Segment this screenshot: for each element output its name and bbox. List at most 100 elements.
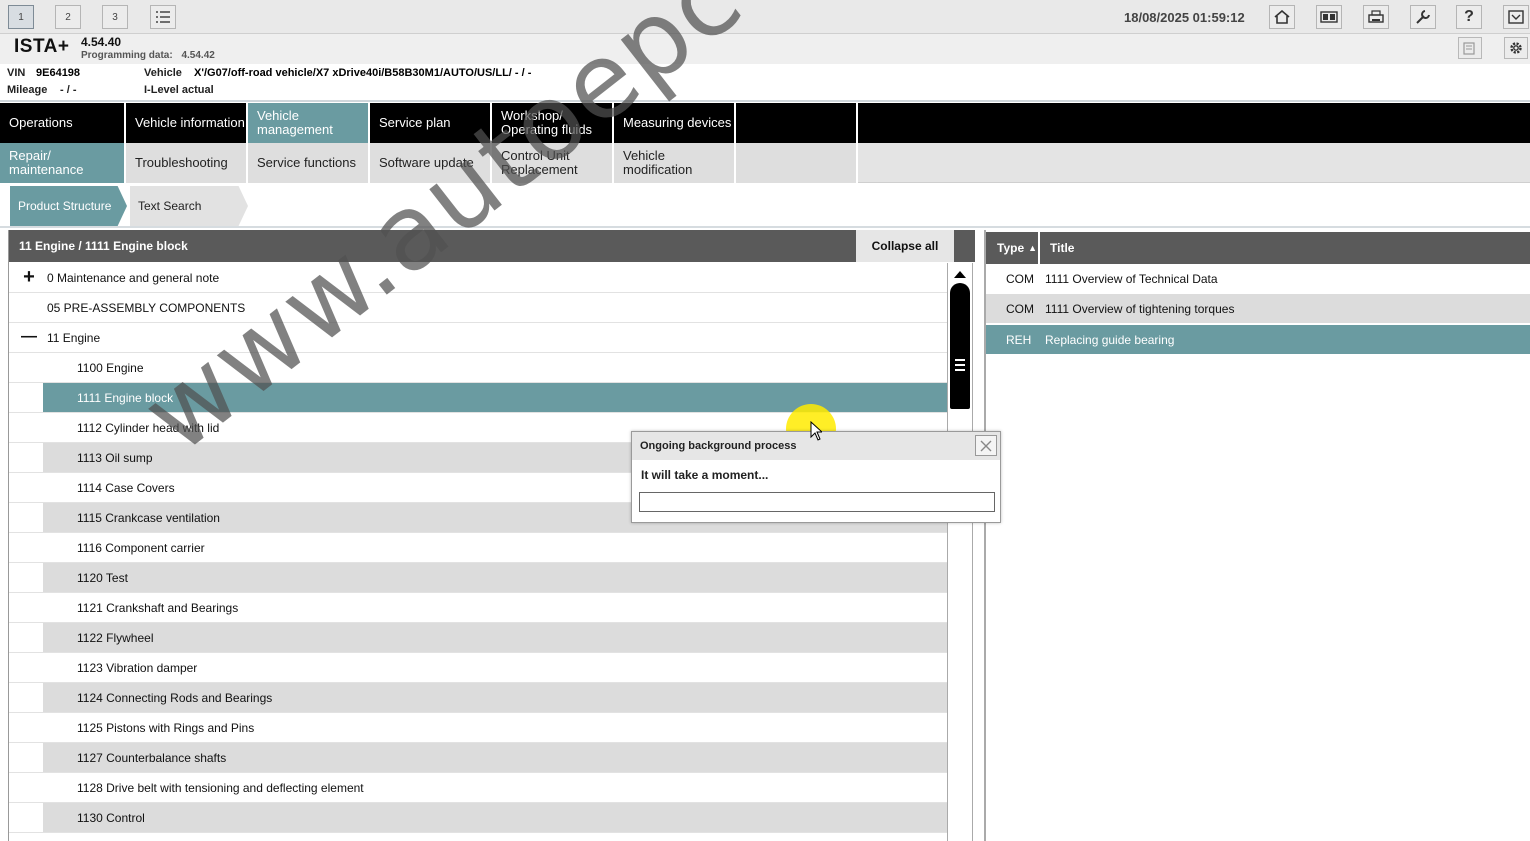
tab-service-functions[interactable]: Service functions (248, 143, 370, 183)
app-version: 4.54.40 (81, 35, 122, 49)
session-tab-2[interactable]: 2 (55, 5, 81, 29)
collapse-minus-icon[interactable]: — (21, 328, 37, 346)
tab-repair-maintenance[interactable]: Repair/ maintenance (0, 143, 126, 183)
list-icon[interactable] (150, 5, 176, 29)
session-tab-1[interactable]: 1 (8, 5, 34, 29)
tree-item-1127[interactable]: 1127 Counterbalance shafts (9, 743, 947, 773)
tree-item-label: 1114 Case Covers (77, 481, 175, 495)
tab-product-structure[interactable]: Product Structure (10, 186, 127, 226)
tree-item-1100[interactable]: 1100 Engine (9, 353, 947, 383)
settings-gear-icon[interactable] (1504, 37, 1528, 59)
mileage-value: - / - (60, 84, 77, 96)
document-type: REH (1006, 333, 1032, 347)
window-menu-icon[interactable] (1503, 5, 1529, 29)
app-brand: ISTA+ (14, 36, 70, 57)
vehicle-selection-icon[interactable] (1316, 5, 1342, 29)
tree-item-1122[interactable]: 1122 Flywheel (9, 623, 947, 653)
vehicle-info-bar: VIN 9E64198 Vehicle X'/G07/off-road vehi… (0, 64, 1530, 102)
column-type-label: Type (997, 241, 1025, 255)
tree-item-05-pre-assembly[interactable]: 05 PRE-ASSEMBLY COMPONENTS (9, 293, 947, 323)
tree-scrollbar[interactable] (947, 263, 973, 841)
column-title-header[interactable]: Title (1050, 241, 1074, 255)
home-icon[interactable] (1269, 5, 1295, 29)
datetime-display: 18/08/2025 01:59:12 (1124, 10, 1245, 25)
document-title: 1111 Overview of tightening torques (1045, 302, 1235, 316)
tab-operations[interactable]: Operations (0, 103, 126, 143)
programming-data-value: 4.54.42 (181, 50, 215, 61)
grip-icon (955, 359, 965, 371)
tree-item-label: 05 PRE-ASSEMBLY COMPONENTS (47, 301, 246, 315)
tab-measuring-devices[interactable]: Measuring devices (614, 103, 736, 143)
tab-workshop-operating-fluids[interactable]: Workshop/ Operating fluids (492, 103, 614, 143)
tab-empty (736, 103, 858, 143)
document-row-selected[interactable]: REH Replacing guide bearing (986, 325, 1530, 354)
help-icon[interactable]: ? (1456, 5, 1482, 29)
tree-item-label: 1128 Drive belt with tensioning and defl… (77, 781, 364, 795)
tree-item-1121[interactable]: 1121 Crankshaft and Bearings (9, 593, 947, 623)
tree-item-1128[interactable]: 1128 Drive belt with tensioning and defl… (9, 773, 947, 803)
ilevel-label: I-Level actual (144, 84, 214, 96)
tree-item-0-maintenance[interactable]: + 0 Maintenance and general note (9, 263, 947, 293)
tree-item-label: 1125 Pistons with Rings and Pins (77, 721, 255, 735)
tree-item-label: 1111 Engine block (77, 391, 174, 405)
tree-item-1123[interactable]: 1123 Vibration damper (9, 653, 947, 683)
tree-item-label: 1124 Connecting Rods and Bearings (77, 691, 273, 705)
documents-panel: Type ▲ Title COM 1111 Overview of Techni… (984, 230, 1530, 841)
tree-header: 11 Engine / 1111 Engine block Collapse a… (9, 230, 975, 262)
tab-service-plan[interactable]: Service plan (370, 103, 492, 143)
document-row[interactable]: COM 1111 Overview of tightening torques (986, 294, 1530, 323)
tree-item-label: 1113 Oil sump (77, 451, 153, 465)
tab-vehicle-management[interactable]: Vehicle management (248, 103, 370, 143)
tab-vehicle-information[interactable]: Vehicle information (126, 103, 248, 143)
tree-item-label: 11 Engine (47, 331, 101, 345)
document-title: Replacing guide bearing (1045, 333, 1175, 347)
expand-plus-icon[interactable]: + (21, 267, 37, 287)
tab-control-unit-replacement[interactable]: Control Unit Replacement (492, 143, 614, 183)
tab-vehicle-modification[interactable]: Vehicle modification (614, 143, 736, 183)
scroll-up-arrow-icon[interactable] (951, 267, 969, 281)
tab-text-search[interactable]: Text Search (130, 186, 248, 226)
column-type-header[interactable]: Type ▲ (986, 232, 1040, 264)
tree-item-1130[interactable]: 1130 Control (9, 803, 947, 833)
notes-icon[interactable] (1458, 37, 1482, 59)
tree-item-label: 1130 Control (77, 811, 145, 825)
tree-breadcrumb: 11 Engine / 1111 Engine block (19, 239, 188, 253)
print-icon[interactable] (1363, 5, 1389, 29)
document-type: COM (1006, 302, 1034, 316)
document-row[interactable]: COM 1111 Overview of Technical Data (986, 264, 1530, 293)
vin-label: VIN (7, 67, 26, 79)
product-structure-panel: 11 Engine / 1111 Engine block Collapse a… (8, 230, 975, 841)
tree-item-1124[interactable]: 1124 Connecting Rods and Bearings (9, 683, 947, 713)
wrench-icon[interactable] (1410, 5, 1436, 29)
close-icon[interactable] (975, 435, 997, 456)
tree-item-label: 1116 Component carrier (77, 541, 205, 555)
tab-empty-sub (736, 143, 858, 183)
top-toolbar: 1 2 3 18/08/2025 01:59:12 ? (0, 0, 1530, 34)
tab-software-update[interactable]: Software update (370, 143, 492, 183)
tree-item-1116[interactable]: 1116 Component carrier (9, 533, 947, 563)
tree-item-label: 0 Maintenance and general note (47, 271, 220, 285)
mouse-pointer-icon (810, 421, 822, 441)
collapse-all-button[interactable]: Collapse all (856, 230, 954, 262)
tree-item-label: 1123 Vibration damper (77, 661, 198, 675)
progress-bar (639, 492, 995, 512)
app-header: ISTA+ 4.54.40 Programming data: 4.54.42 (0, 34, 1530, 64)
tree-item-label: 1100 Engine (77, 361, 144, 375)
sort-ascending-icon: ▲ (1028, 243, 1038, 253)
tree-item-label: 1115 Crankcase ventilation (77, 511, 220, 525)
tab-troubleshooting[interactable]: Troubleshooting (126, 143, 248, 183)
vehicle-label: Vehicle (144, 67, 182, 79)
background-process-dialog: Ongoing background process It will take … (631, 431, 1001, 523)
document-type: COM (1006, 272, 1034, 286)
main-navigation: Operations Vehicle information Vehicle m… (0, 103, 1530, 143)
tree-item-label: 1127 Counterbalance shafts (77, 751, 227, 765)
session-tab-3[interactable]: 3 (102, 5, 128, 29)
document-title: 1111 Overview of Technical Data (1045, 272, 1218, 286)
dialog-message: It will take a moment... (641, 468, 769, 482)
programming-data-label: Programming data: (81, 50, 173, 61)
tree-item-label: 1121 Crankshaft and Bearings (77, 601, 239, 615)
tree-item-11-engine[interactable]: — 11 Engine (9, 323, 947, 353)
tree-item-1120[interactable]: 1120 Test (9, 563, 947, 593)
scroll-thumb[interactable] (950, 283, 970, 409)
tree-item-1125[interactable]: 1125 Pistons with Rings and Pins (9, 713, 947, 743)
